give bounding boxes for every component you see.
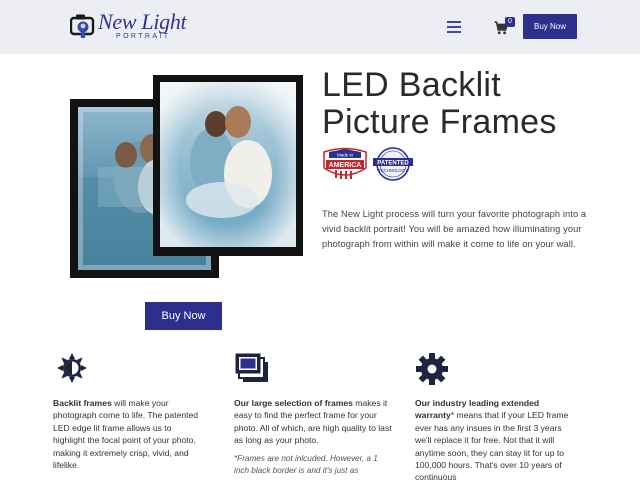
feature-body: will make your photograph come to life. … (53, 398, 199, 471)
feature-text: Backlit frames will make your photograph… (53, 397, 205, 471)
site-logo[interactable]: New Light PORTRAIT (70, 9, 200, 44)
menu-icon[interactable] (447, 21, 461, 33)
feature-bold: Our large selection of frames (234, 398, 353, 408)
gear-icon (416, 353, 448, 385)
logo-text: New Light (98, 9, 187, 34)
patented-technology-badge: PATENTED TECHNOLOGY (373, 147, 413, 181)
title-line-2: Picture Frames (322, 103, 557, 141)
badge-made-in-text: Made in (337, 153, 354, 158)
feature-text: Our industry leading extended warranty* … (415, 397, 573, 480)
hero-description: The New Light process will turn your fav… (322, 209, 587, 249)
page-title: LED Backlit Picture Frames (322, 67, 602, 141)
header-buy-now-button[interactable]: Buy Now (523, 14, 577, 39)
title-line-1: LED Backlit (322, 66, 502, 104)
badge-america-text: AMERICA (329, 162, 362, 169)
couple-photo (160, 82, 296, 247)
made-in-america-badge: Made in AMERICA (323, 147, 367, 179)
hero-buy-now-button[interactable]: Buy Now (145, 302, 222, 330)
frames-stack-icon (235, 353, 268, 382)
feature-text: Our large selection of frames makes it e… (234, 397, 392, 447)
badge-technology-text: TECHNOLOGY (378, 168, 408, 173)
feature-note: *Frames are not inlcuded. However, a 1 i… (234, 454, 378, 475)
camera-logo-icon (70, 14, 95, 38)
cart-count-badge: 0 (505, 17, 515, 27)
site-header: New Light PORTRAIT 0 Buy Now (0, 0, 640, 54)
cart-button[interactable]: 0 (494, 17, 516, 37)
brightness-icon (57, 353, 87, 383)
logo-subtext: PORTRAIT (116, 33, 171, 40)
badge-patented-text: PATENTED (377, 160, 409, 166)
feature-bold: Backlit frames (53, 398, 112, 408)
backlit-frame-front (153, 75, 303, 256)
feature-body: * means that if your LED frame ever has … (415, 410, 569, 480)
